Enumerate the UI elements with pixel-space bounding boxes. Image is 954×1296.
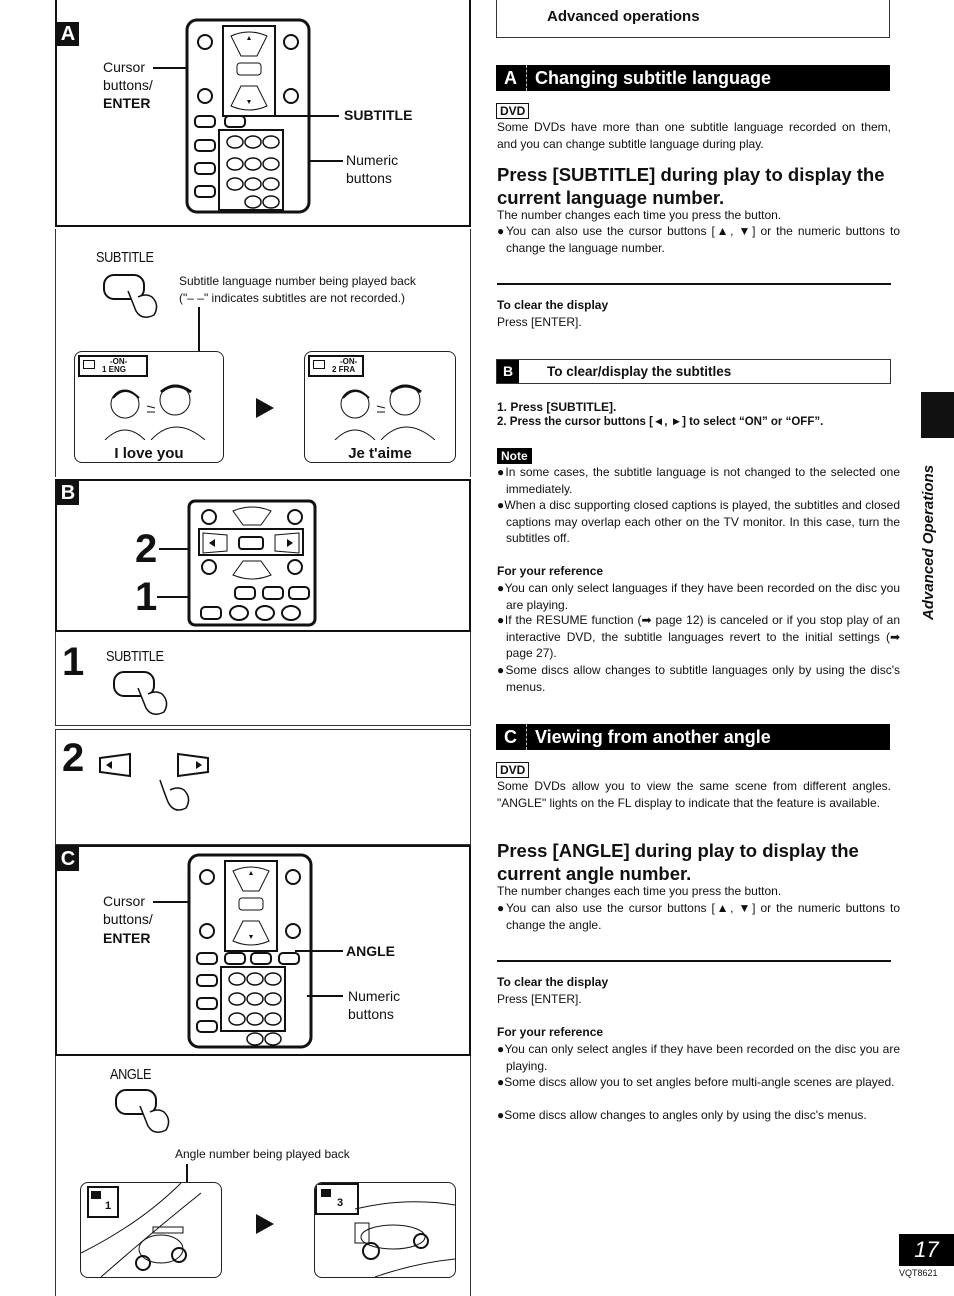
step-1-panel: 1 SUBTITLE <box>55 632 471 726</box>
note-badge: Note <box>497 448 532 464</box>
enter-label: ENTER <box>103 930 151 946</box>
section-a-title: Changing subtitle language <box>535 68 772 88</box>
arrow-right-icon <box>256 398 274 418</box>
panel-b-badge: B <box>57 481 79 505</box>
race-car-illustration <box>354 1201 455 1277</box>
section-c-heading: C Viewing from another angle <box>496 724 890 750</box>
section-a-letter: A <box>496 65 527 91</box>
section-a-heading: A Changing subtitle language <box>496 65 890 91</box>
section-b-step2: 2. Press the cursor buttons [◄, ►] to se… <box>497 416 824 428</box>
section-c-instruction: Press [ANGLE] during play to display the… <box>497 840 859 884</box>
angle-button-press-icon <box>115 1089 170 1133</box>
angle-leader <box>295 950 343 952</box>
section-a-line1: The number changes each time you press t… <box>497 208 782 222</box>
section-a-clear-text: Press [ENTER]. <box>497 315 582 329</box>
angle-ref-item-3: ●Some discs allow changes to angles only… <box>497 1108 867 1122</box>
numeric-label-2: buttons <box>346 170 392 186</box>
remote-control-closeup-icon <box>187 499 317 627</box>
subtitle-caption-1: I love you <box>114 445 184 462</box>
section-a-instruction: Press [SUBTITLE] during play to display … <box>497 164 885 208</box>
section-c-intro: Some DVDs allow you to view the same sce… <box>497 779 891 810</box>
panel-b-remote: B 2 1 <box>55 479 471 632</box>
note-item-2: ●When a disc supporting closed captions … <box>497 498 900 545</box>
section-c-bullet: ●You can also use the cursor buttons [▲,… <box>497 901 900 932</box>
cursor-label-2: buttons/ <box>103 911 153 927</box>
divider <box>497 960 891 962</box>
page-header: Advanced operations <box>496 0 890 38</box>
note-item-1: ●In some cases, the subtitle language is… <box>497 465 900 496</box>
section-c-clear-text: Press [ENTER]. <box>497 992 582 1006</box>
section-b-step1: 1. Press [SUBTITLE]. <box>497 400 617 414</box>
couple-illustration <box>104 384 205 440</box>
angle-button-label: ANGLE <box>110 1066 152 1083</box>
numeric-label: Numeric <box>348 988 401 1004</box>
section-b-title: To clear/display the subtitles <box>547 364 732 379</box>
ref-item-3: ●Some discs allow changes to subtitle la… <box>497 663 900 694</box>
section-c-clear-heading: To clear the display <box>497 975 609 989</box>
enter-label: ENTER <box>103 95 151 111</box>
subtitle-demo-panel: SUBTITLE Subtitle language number being … <box>55 229 471 477</box>
numeric-leader <box>307 995 343 997</box>
page-number: 17 <box>899 1234 954 1266</box>
subtitle-button-press-icon <box>103 274 158 318</box>
subtitle-button-label: SUBTITLE <box>96 249 154 266</box>
step-2-number: 2 <box>62 736 85 780</box>
cursor-label-2: buttons/ <box>103 77 153 93</box>
model-code: VQT8621 <box>899 1268 938 1278</box>
tv-screen-1: -ON- 1 ENG I love you <box>74 351 224 463</box>
panel-c-badge: C <box>57 847 79 871</box>
subtitle-label: SUBTITLE <box>344 107 413 123</box>
osd-subtitle-2: -ON- 2 FRA <box>308 355 364 377</box>
side-tab-marker <box>921 392 954 438</box>
section-c-letter: C <box>496 724 527 750</box>
ref-item-1: ●You can only select languages if they h… <box>497 581 900 612</box>
section-c-title: Viewing from another angle <box>535 727 771 747</box>
step-2-panel: 2 <box>55 729 471 845</box>
panel-c-remote: C Cursor buttons/ ENTER ANGLE Numeric bu <box>55 845 471 1056</box>
cursor-label: Cursor <box>103 59 146 75</box>
section-c-line1: The number changes each time you press t… <box>497 884 782 898</box>
cursor-label: Cursor <box>103 893 146 909</box>
subtitle-caption-2: Je t'aime <box>348 445 412 462</box>
subtitle-button-press-icon <box>113 671 168 715</box>
tv-screen-angle-3: 3 <box>314 1182 456 1278</box>
angle-ref-item-1: ●You can only select angles if they have… <box>497 1042 900 1073</box>
tv-screen-2: -ON- 2 FRA Je t'aime <box>304 351 456 463</box>
panel-a-remote: A Cursor buttons/ ENTER SUBTITLE Numeric… <box>55 0 471 227</box>
divider <box>497 283 891 285</box>
angle-ref-item-2: ●Some discs allow you to set angles befo… <box>497 1075 895 1089</box>
angle-note: Angle number being played back <box>175 1147 350 1161</box>
dvd-tag: DVD <box>496 103 530 119</box>
panel-a-badge: A <box>57 22 79 46</box>
step-1-number: 1 <box>62 640 85 684</box>
osd-subtitle-1: -ON- 1 ENG <box>78 355 148 377</box>
subtitle-leader <box>243 115 339 117</box>
section-c-ref-heading: For your reference <box>497 1025 604 1039</box>
side-tab-label: Advanced Operations <box>920 464 937 620</box>
dvd-tag: DVD <box>496 762 530 778</box>
numeric-label: Numeric <box>346 152 399 168</box>
numeric-label-2: buttons <box>348 1006 394 1022</box>
section-a-clear-heading: To clear the display <box>497 298 609 312</box>
angle-label: ANGLE <box>346 943 395 959</box>
page-title: Advanced operations <box>547 8 700 25</box>
section-b-letter: B <box>497 360 519 383</box>
angle-demo-panel: ANGLE Angle number being played back 1 3 <box>55 1056 471 1296</box>
arrow-right-icon <box>256 1214 274 1234</box>
tv-screen-angle-1: 1 <box>80 1182 222 1278</box>
section-b-heading: B To clear/display the subtitles <box>496 359 891 384</box>
couple-illustration <box>334 384 435 440</box>
section-a-bullet: ●You can also use the cursor buttons [▲,… <box>497 224 900 255</box>
section-a-intro: Some DVDs have more than one subtitle la… <box>497 120 891 151</box>
step-1-label: 1 <box>135 575 158 619</box>
subtitle-note-1: Subtitle language number being played ba… <box>179 274 416 288</box>
ref-item-2: ●If the RESUME function (➡ page 12) is c… <box>497 613 900 660</box>
numeric-leader <box>309 160 343 162</box>
subtitle-button-label: SUBTITLE <box>106 648 164 665</box>
race-car-illustration <box>81 1183 202 1277</box>
section-b-ref-heading: For your reference <box>497 564 604 578</box>
subtitle-note-2: ("– –" indicates subtitles are not recor… <box>179 291 405 305</box>
cursor-left-right-press-icon <box>99 752 209 811</box>
step-2-label: 2 <box>135 527 158 571</box>
